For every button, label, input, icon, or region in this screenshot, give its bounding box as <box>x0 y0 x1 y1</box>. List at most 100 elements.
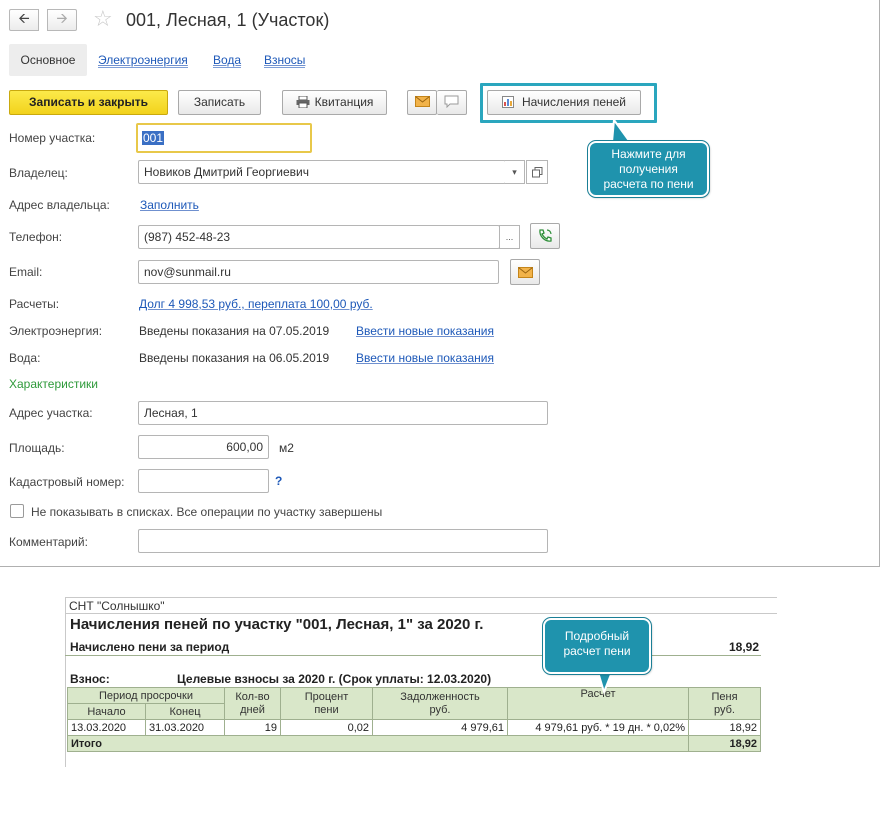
penalty-report: СНТ "Солнышко" Начисления пеней по участ… <box>65 597 777 767</box>
cadastral-input[interactable] <box>138 469 269 493</box>
report-top-rule <box>65 597 777 598</box>
tab-electricity-label: Электроэнергия <box>98 53 188 68</box>
save-and-close-button[interactable]: Записать и закрыть <box>9 90 168 115</box>
email-label: Email: <box>9 265 43 279</box>
area-input[interactable]: 600,00 <box>138 435 269 459</box>
tab-main[interactable]: Основное <box>9 44 87 76</box>
callout-penalty-hint: Нажмите для получения расчета по пени <box>587 140 710 198</box>
favorite-star-icon[interactable]: ☆ <box>93 7 113 31</box>
plot-form-window: 🡨 🡪 ☆ 001, Лесная, 1 (Участок) Основное … <box>0 0 880 567</box>
plot-number-input[interactable]: 001 <box>136 123 312 153</box>
water-label: Вода: <box>9 351 41 365</box>
electricity-label: Электроэнергия: <box>9 324 103 338</box>
save-button[interactable]: Записать <box>178 90 261 115</box>
characteristics-section-title: Характеристики <box>9 377 98 391</box>
help-icon[interactable]: ? <box>275 474 282 488</box>
header-debt: Задолженность руб. <box>372 687 508 720</box>
callout-line: Подробный <box>564 629 630 643</box>
comment-label: Комментарий: <box>9 535 88 549</box>
tab-electricity[interactable]: Электроэнергия <box>98 44 188 76</box>
callout-line: расчет пени <box>563 644 631 658</box>
row-percent: 0,02 <box>280 719 373 736</box>
speech-bubble-icon <box>444 95 459 109</box>
report-rule <box>65 655 761 656</box>
envelope-icon <box>414 96 430 108</box>
window-title: 001, Лесная, 1 (Участок) <box>126 10 330 30</box>
row-end: 31.03.2020 <box>145 719 225 736</box>
phone-select-button[interactable]: ... <box>499 225 520 249</box>
report-left-rule <box>65 597 66 767</box>
penalty-table: Период просрочки Кол-во дней Процент пени … <box>67 687 761 752</box>
header-percent-line2: пени <box>314 703 339 716</box>
email-input[interactable]: nov@sunmail.ru <box>138 260 499 284</box>
header-start: Начало <box>67 703 146 720</box>
header-debt-line1: Задолженность <box>400 690 480 703</box>
header-period: Период просрочки <box>67 687 225 704</box>
settlements-label: Расчеты: <box>9 297 60 311</box>
phone-input[interactable]: (987) 452-48-23 <box>138 225 500 249</box>
printer-icon <box>296 95 310 108</box>
header-debt-line2: руб. <box>429 703 451 716</box>
total-label: Итого <box>67 735 689 752</box>
row-penalty: 18,92 <box>688 719 761 736</box>
header-percent-line1: Процент <box>304 690 349 703</box>
plot-number-label: Номер участка: <box>9 131 96 145</box>
callout-line: Нажмите для <box>611 147 686 161</box>
owner-open-button[interactable] <box>526 160 548 184</box>
forward-button[interactable]: 🡪 <box>47 9 77 31</box>
comment-button[interactable] <box>437 90 467 115</box>
report-accrued-label: Начислено пени за период <box>70 640 230 654</box>
table-row: 13.03.2020 31.03.2020 19 0,02 4 979,61 4… <box>67 719 761 736</box>
owner-input[interactable]: Новиков Дмитрий Георгиевич <box>138 160 506 184</box>
owner-address-label: Адрес владельца: <box>9 198 110 212</box>
write-email-button[interactable] <box>510 259 540 285</box>
phone-call-icon <box>539 229 552 242</box>
header-penalty-line2: руб. <box>714 703 735 716</box>
hide-in-lists-label: Не показывать в списках. Все операции по… <box>31 505 383 519</box>
report-fee-label: Взнос: <box>70 672 110 686</box>
call-button[interactable] <box>530 223 560 249</box>
water-new-readings-link[interactable]: Ввести новые показания <box>356 351 494 365</box>
report-fee-value: Целевые взносы за 2020 г. (Срок уплаты: … <box>177 672 492 686</box>
area-label: Площадь: <box>9 441 65 455</box>
header-end: Конец <box>145 703 225 720</box>
owner-dropdown-button[interactable]: ▾ <box>505 160 525 184</box>
comment-input[interactable] <box>138 529 548 553</box>
header-days-line1: Кол-во <box>235 690 270 703</box>
header-penalty: Пеня руб. <box>688 687 761 720</box>
settlements-link[interactable]: Долг 4 998,53 руб., переплата 100,00 руб… <box>139 297 373 311</box>
send-email-button[interactable] <box>407 90 437 115</box>
arrow-left-icon: 🡨 <box>18 10 30 26</box>
ellipsis-icon: ... <box>505 232 514 242</box>
row-start: 13.03.2020 <box>67 719 146 736</box>
row-calc: 4 979,61 руб. * 19 дн. * 0,02% <box>507 719 689 736</box>
electricity-new-readings-link[interactable]: Ввести новые показания <box>356 324 494 338</box>
water-readings-text: Введены показания на 06.05.2019 <box>139 351 330 365</box>
report-title: Начисления пеней по участку "001, Лесная… <box>70 616 484 633</box>
tab-fees[interactable]: Взносы <box>264 44 306 76</box>
plot-address-label: Адрес участка: <box>9 406 93 420</box>
header-penalty-line1: Пеня <box>711 690 738 703</box>
tab-fees-label: Взносы <box>264 53 306 68</box>
total-row: Итого 18,92 <box>67 735 761 752</box>
header-percent: Процент пени <box>280 687 373 720</box>
callout-line: получения <box>619 162 678 176</box>
tab-water-label: Вода <box>213 53 242 68</box>
header-days: Кол-во дней <box>224 687 281 720</box>
hide-in-lists-checkbox[interactable] <box>10 504 24 518</box>
plot-number-value: 001 <box>142 131 165 145</box>
report-accrued-value: 18,92 <box>728 640 759 654</box>
tab-water[interactable]: Вода <box>213 44 242 76</box>
dropdown-arrow-icon: ▾ <box>512 166 517 177</box>
phone-label: Телефон: <box>9 230 63 244</box>
arrow-right-icon: 🡪 <box>56 10 68 26</box>
back-button[interactable]: 🡨 <box>9 9 39 31</box>
receipt-button[interactable]: Квитанция <box>282 90 387 115</box>
owner-address-fill-link[interactable]: Заполнить <box>140 198 199 212</box>
electricity-readings-text: Введены показания на 07.05.2019 <box>139 324 330 338</box>
open-window-icon <box>531 166 542 177</box>
report-rule <box>65 613 777 614</box>
plot-address-input[interactable]: Лесная, 1 <box>138 401 548 425</box>
owner-label: Владелец: <box>9 166 68 180</box>
callout-detailed-calc: Подробный расчет пени <box>542 617 652 675</box>
